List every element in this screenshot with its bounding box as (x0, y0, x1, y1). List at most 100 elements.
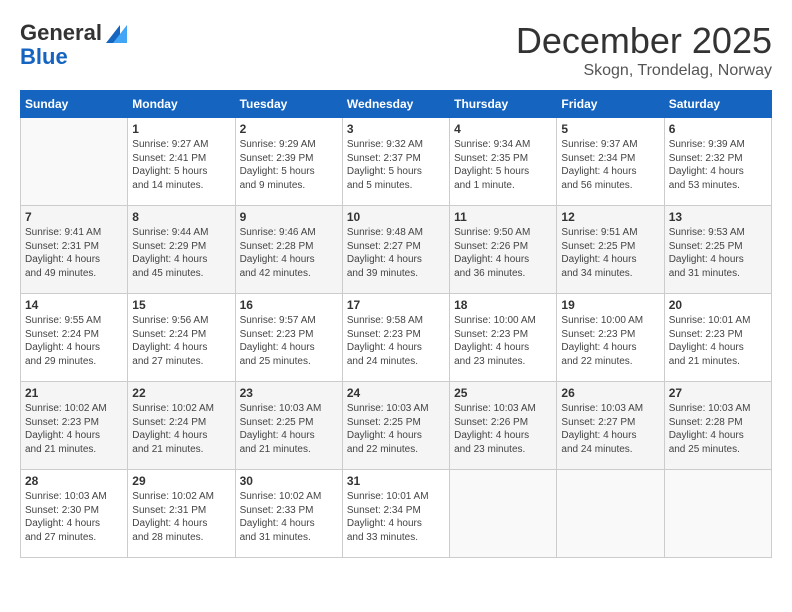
day-number: 6 (669, 122, 767, 136)
day-number: 20 (669, 298, 767, 312)
calendar-cell (450, 470, 557, 558)
calendar-cell: 13Sunrise: 9:53 AM Sunset: 2:25 PM Dayli… (664, 206, 771, 294)
calendar-cell (664, 470, 771, 558)
day-info: Sunrise: 10:02 AM Sunset: 2:23 PM Daylig… (25, 402, 123, 456)
calendar-cell: 8 Sunrise: 9:44 AM Sunset: 2:29 PM Daylig… (128, 206, 235, 294)
calendar-cell: 1 Sunrise: 9:27 AM Sunset: 2:41 PM Daylig… (128, 118, 235, 206)
day-info: Sunrise: 9:27 AM Sunset: 2:41 PM Dayligh… (132, 138, 230, 192)
calendar-cell: 22Sunrise: 10:02 AM Sunset: 2:24 PM Dayl… (128, 382, 235, 470)
day-number: 2 (240, 122, 338, 136)
calendar-cell: 18 Sunrise: 10:00 AM Sunset: 2:23 PM Dayl… (450, 294, 557, 382)
day-info: Sunrise: 9:29 AM Sunset: 2:39 PM Dayligh… (240, 138, 338, 192)
title-area: December 2025 Skogn, Trondelag, Norway (516, 20, 772, 80)
calendar-cell: 21 Sunrise: 10:02 AM Sunset: 2:23 PM Dayl… (21, 382, 128, 470)
day-info: Sunrise: 10:03 AM Sunset: 2:27 PM Daylig… (561, 402, 659, 456)
day-info: Sunrise: 9:44 AM Sunset: 2:29 PM Dayligh… (132, 226, 230, 280)
location-subtitle: Skogn, Trondelag, Norway (516, 62, 772, 80)
day-number: 29 (132, 474, 230, 488)
calendar-cell: 11Sunrise: 9:50 AM Sunset: 2:26 PM Dayli… (450, 206, 557, 294)
weekday-header-monday: Monday (128, 91, 235, 118)
day-number: 11 (454, 210, 552, 224)
day-number: 21 (25, 386, 123, 400)
day-number: 16 (240, 298, 338, 312)
page-header: General Blue December 2025 Skogn, Tronde… (20, 20, 772, 80)
day-info: Sunrise: 10:01 AM Sunset: 2:23 PM Daylig… (669, 314, 767, 368)
calendar-cell: 30 Sunrise: 10:02 AM Sunset: 2:33 PM Dayl… (235, 470, 342, 558)
day-info: Sunrise: 10:01 AM Sunset: 2:34 PM Daylig… (347, 490, 445, 544)
day-info: Sunrise: 9:37 AM Sunset: 2:34 PM Dayligh… (561, 138, 659, 192)
weekday-header-thursday: Thursday (450, 91, 557, 118)
calendar-cell: 25Sunrise: 10:03 AM Sunset: 2:26 PM Dayl… (450, 382, 557, 470)
day-info: Sunrise: 9:57 AM Sunset: 2:23 PM Dayligh… (240, 314, 338, 368)
calendar-week-row: 7Sunrise: 9:41 AM Sunset: 2:31 PM Daylig… (21, 206, 772, 294)
calendar-week-row: 21 Sunrise: 10:02 AM Sunset: 2:23 PM Dayl… (21, 382, 772, 470)
calendar-cell: 7Sunrise: 9:41 AM Sunset: 2:31 PM Daylig… (21, 206, 128, 294)
calendar-cell: 16 Sunrise: 9:57 AM Sunset: 2:23 PM Dayli… (235, 294, 342, 382)
day-number: 1 (132, 122, 230, 136)
calendar-cell: 28 Sunrise: 10:03 AM Sunset: 2:30 PM Dayl… (21, 470, 128, 558)
day-info: Sunrise: 9:48 AM Sunset: 2:27 PM Dayligh… (347, 226, 445, 280)
weekday-header-row: SundayMondayTuesdayWednesdayThursdayFrid… (21, 91, 772, 118)
day-number: 5 (561, 122, 659, 136)
day-number: 7 (25, 210, 123, 224)
day-info: Sunrise: 9:39 AM Sunset: 2:32 PM Dayligh… (669, 138, 767, 192)
calendar-week-row: 1 Sunrise: 9:27 AM Sunset: 2:41 PM Daylig… (21, 118, 772, 206)
day-info: Sunrise: 9:46 AM Sunset: 2:28 PM Dayligh… (240, 226, 338, 280)
day-number: 28 (25, 474, 123, 488)
day-number: 8 (132, 210, 230, 224)
day-number: 9 (240, 210, 338, 224)
calendar-week-row: 28 Sunrise: 10:03 AM Sunset: 2:30 PM Dayl… (21, 470, 772, 558)
day-info: Sunrise: 9:51 AM Sunset: 2:25 PM Dayligh… (561, 226, 659, 280)
weekday-header-tuesday: Tuesday (235, 91, 342, 118)
logo-triangles (106, 25, 127, 43)
calendar-cell: 29Sunrise: 10:02 AM Sunset: 2:31 PM Dayl… (128, 470, 235, 558)
logo-triangle-light (113, 25, 127, 43)
day-info: Sunrise: 10:03 AM Sunset: 2:25 PM Daylig… (240, 402, 338, 456)
day-info: Sunrise: 10:00 AM Sunset: 2:23 PM Daylig… (454, 314, 552, 368)
day-number: 26 (561, 386, 659, 400)
weekday-header-wednesday: Wednesday (342, 91, 449, 118)
calendar-cell: 26 Sunrise: 10:03 AM Sunset: 2:27 PM Dayl… (557, 382, 664, 470)
day-number: 30 (240, 474, 338, 488)
day-number: 17 (347, 298, 445, 312)
calendar-cell: 6 Sunrise: 9:39 AM Sunset: 2:32 PM Daylig… (664, 118, 771, 206)
calendar-cell: 14 Sunrise: 9:55 AM Sunset: 2:24 PM Dayli… (21, 294, 128, 382)
calendar-week-row: 14 Sunrise: 9:55 AM Sunset: 2:24 PM Dayli… (21, 294, 772, 382)
day-number: 19 (561, 298, 659, 312)
day-info: Sunrise: 10:03 AM Sunset: 2:26 PM Daylig… (454, 402, 552, 456)
weekday-header-saturday: Saturday (664, 91, 771, 118)
day-number: 31 (347, 474, 445, 488)
day-info: Sunrise: 10:02 AM Sunset: 2:33 PM Daylig… (240, 490, 338, 544)
calendar-cell: 5 Sunrise: 9:37 AM Sunset: 2:34 PM Daylig… (557, 118, 664, 206)
month-title: December 2025 (516, 20, 772, 62)
day-number: 12 (561, 210, 659, 224)
day-number: 14 (25, 298, 123, 312)
calendar-cell (21, 118, 128, 206)
calendar-cell: 24Sunrise: 10:03 AM Sunset: 2:25 PM Dayl… (342, 382, 449, 470)
day-number: 23 (240, 386, 338, 400)
calendar-cell: 3Sunrise: 9:32 AM Sunset: 2:37 PM Daylig… (342, 118, 449, 206)
day-info: Sunrise: 10:03 AM Sunset: 2:28 PM Daylig… (669, 402, 767, 456)
calendar-cell: 4Sunrise: 9:34 AM Sunset: 2:35 PM Daylig… (450, 118, 557, 206)
day-info: Sunrise: 9:34 AM Sunset: 2:35 PM Dayligh… (454, 138, 552, 192)
calendar-cell: 12 Sunrise: 9:51 AM Sunset: 2:25 PM Dayli… (557, 206, 664, 294)
day-number: 10 (347, 210, 445, 224)
day-info: Sunrise: 10:03 AM Sunset: 2:30 PM Daylig… (25, 490, 123, 544)
calendar-cell (557, 470, 664, 558)
weekday-header-sunday: Sunday (21, 91, 128, 118)
calendar-cell: 2 Sunrise: 9:29 AM Sunset: 2:39 PM Daylig… (235, 118, 342, 206)
calendar-table: SundayMondayTuesdayWednesdayThursdayFrid… (20, 90, 772, 558)
day-number: 24 (347, 386, 445, 400)
day-info: Sunrise: 9:55 AM Sunset: 2:24 PM Dayligh… (25, 314, 123, 368)
day-info: Sunrise: 9:58 AM Sunset: 2:23 PM Dayligh… (347, 314, 445, 368)
logo-text-general: General (20, 20, 102, 46)
weekday-header-friday: Friday (557, 91, 664, 118)
day-number: 18 (454, 298, 552, 312)
day-number: 22 (132, 386, 230, 400)
logo: General Blue (20, 20, 127, 68)
calendar-cell: 9 Sunrise: 9:46 AM Sunset: 2:28 PM Daylig… (235, 206, 342, 294)
logo-text-blue: Blue (20, 46, 68, 68)
calendar-cell: 23 Sunrise: 10:03 AM Sunset: 2:25 PM Dayl… (235, 382, 342, 470)
day-number: 13 (669, 210, 767, 224)
day-number: 15 (132, 298, 230, 312)
